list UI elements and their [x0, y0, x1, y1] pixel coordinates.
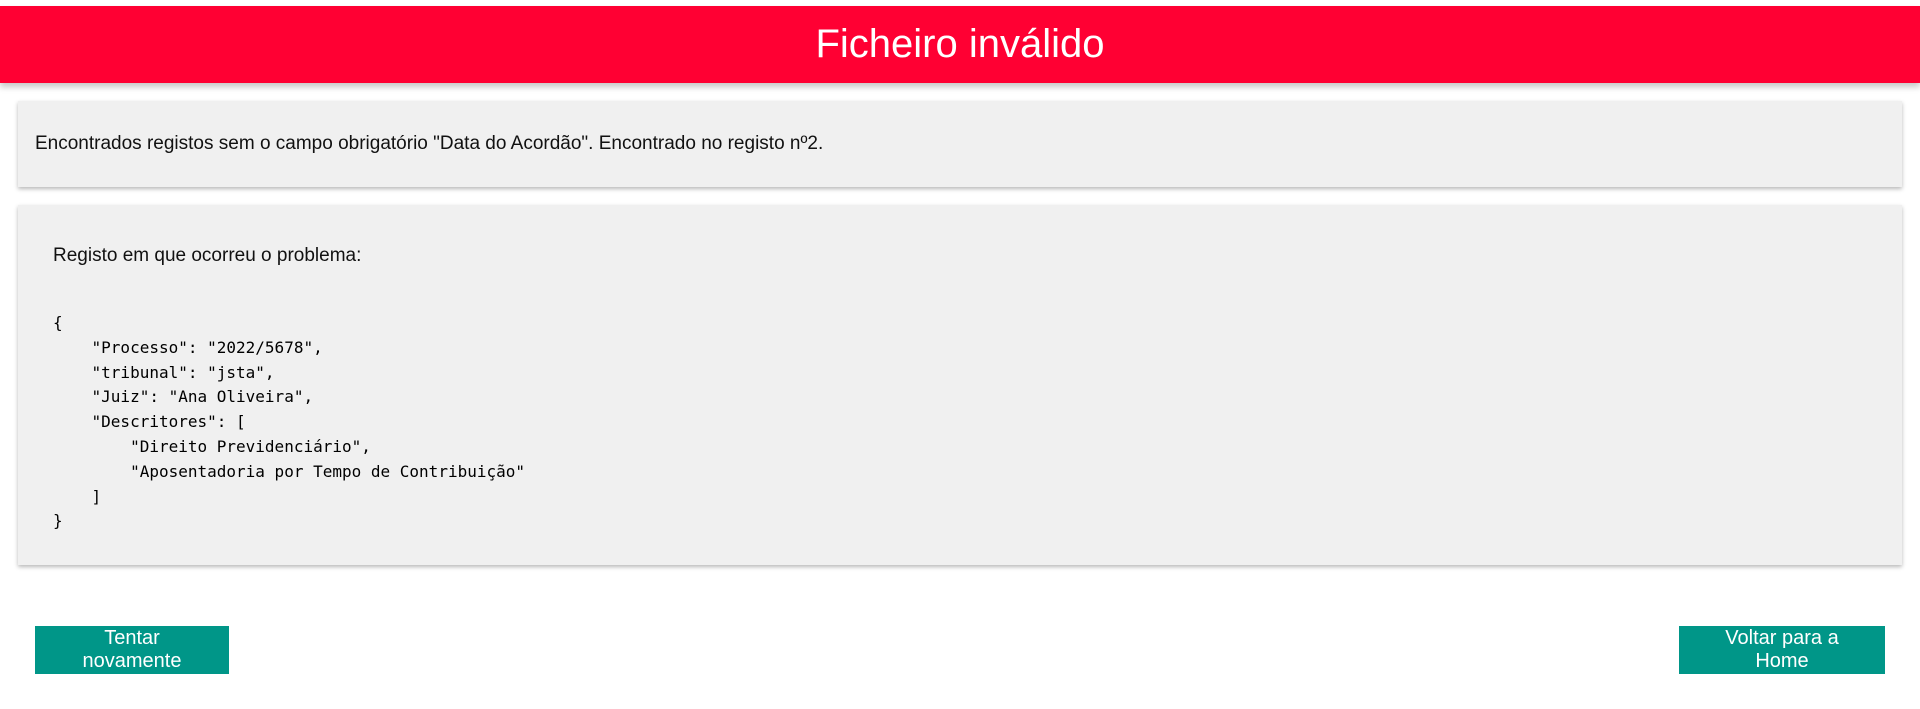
problem-record-card: Registo em que ocorreu o problema: { "Pr…: [18, 205, 1902, 565]
retry-button[interactable]: Tentar novamente: [35, 626, 229, 674]
record-json: { "Processo": "2022/5678", "tribunal": "…: [53, 313, 526, 531]
error-message-card: Encontrados registos sem o campo obrigat…: [18, 101, 1902, 187]
back-home-button[interactable]: Voltar para a Home: [1679, 626, 1885, 674]
page-title: Ficheiro inválido: [815, 22, 1105, 66]
error-message: Encontrados registos sem o campo obrigat…: [35, 133, 824, 154]
page-header: Ficheiro inválido: [0, 6, 1920, 83]
record-label: Registo em que ocorreu o problema:: [53, 245, 362, 266]
